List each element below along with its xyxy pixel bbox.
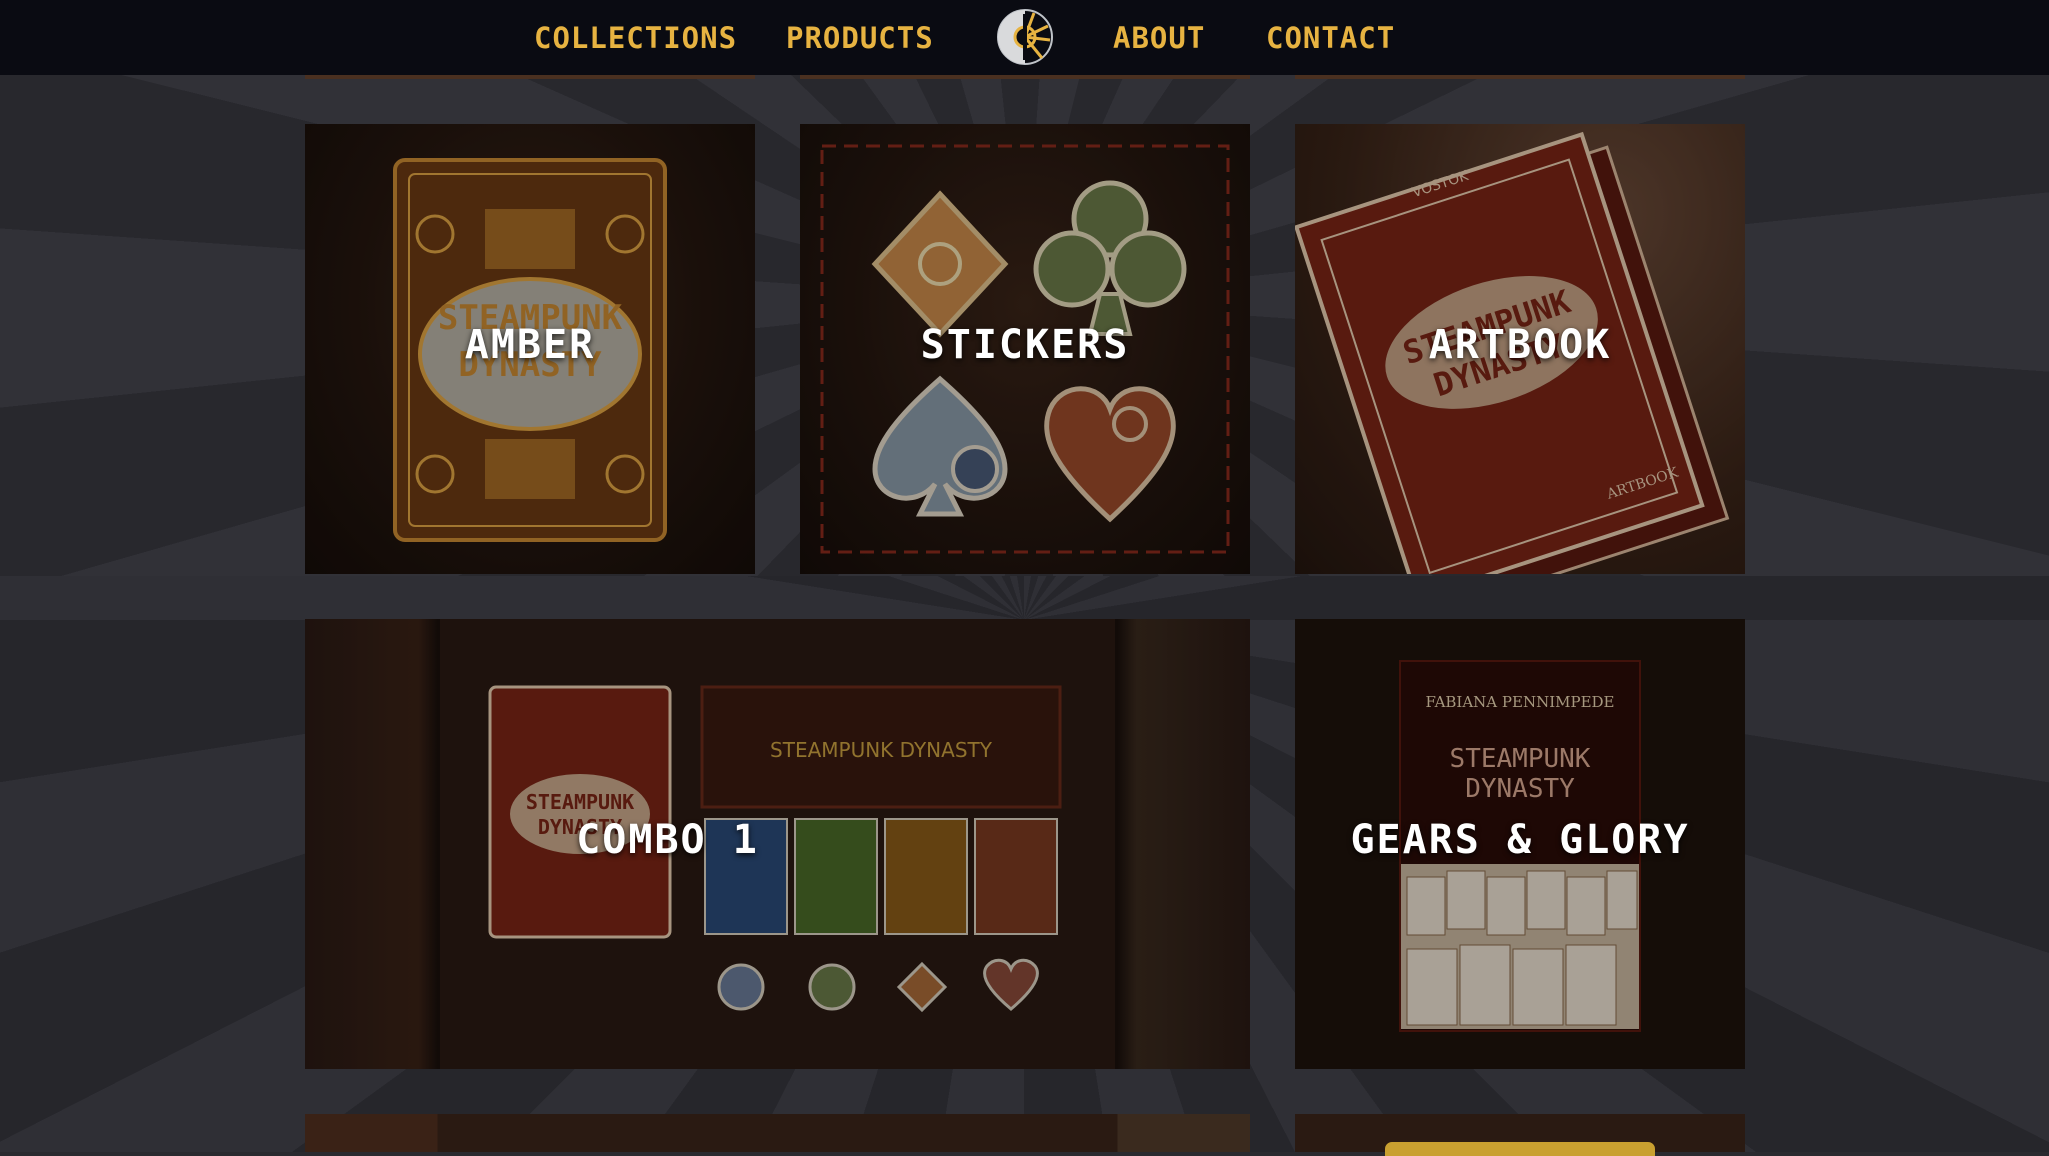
nav-contact[interactable]: CONTACT — [1266, 18, 1395, 58]
nav-products[interactable]: PRODUCTS — [786, 18, 934, 58]
top-navigation: COLLECTIONS PRODUCTS ABOUT CONTACT — [0, 0, 2049, 75]
tile-label-gears-glory: GEARS & GLORY — [1350, 817, 1690, 863]
tile-label-artbook: ARTBOOK — [1428, 322, 1612, 368]
nav-about[interactable]: ABOUT — [1113, 18, 1205, 58]
tile-stickers[interactable]: STICKERS — [800, 124, 1250, 574]
nav-collections[interactable]: COLLECTIONS — [534, 18, 737, 58]
tile-gears-glory[interactable]: FABIANA PENNIMPEDE STEAMPUNK DYNASTY GEA… — [1295, 619, 1745, 1069]
partial-tile-bottom-left[interactable] — [305, 1114, 1250, 1152]
tile-amber[interactable]: STEAMPUNK DYNASTY AMBER — [305, 124, 755, 574]
tile-label-combo-1: COMBO 1 — [576, 817, 759, 863]
tile-artbook[interactable]: VOSTOK STEAMPUNK DYNASTY ARTBOOK ARTBOOK — [1295, 124, 1745, 574]
compass-gear-logo-icon[interactable] — [996, 8, 1054, 66]
partial-tile-bottom-right[interactable] — [1295, 1114, 1745, 1156]
tile-combo-1[interactable]: STEAMPUNK DYNASTY STEAMPUNK DYNASTY COMB… — [305, 619, 1250, 1069]
tile-label-amber: AMBER — [464, 322, 596, 368]
partial-tile-top-right — [1295, 75, 1745, 79]
gold-item-preview — [1385, 1142, 1655, 1156]
partial-tile-top-left — [305, 75, 755, 79]
tile-label-stickers: STICKERS — [920, 322, 1130, 368]
partial-tile-top-middle — [800, 75, 1250, 79]
